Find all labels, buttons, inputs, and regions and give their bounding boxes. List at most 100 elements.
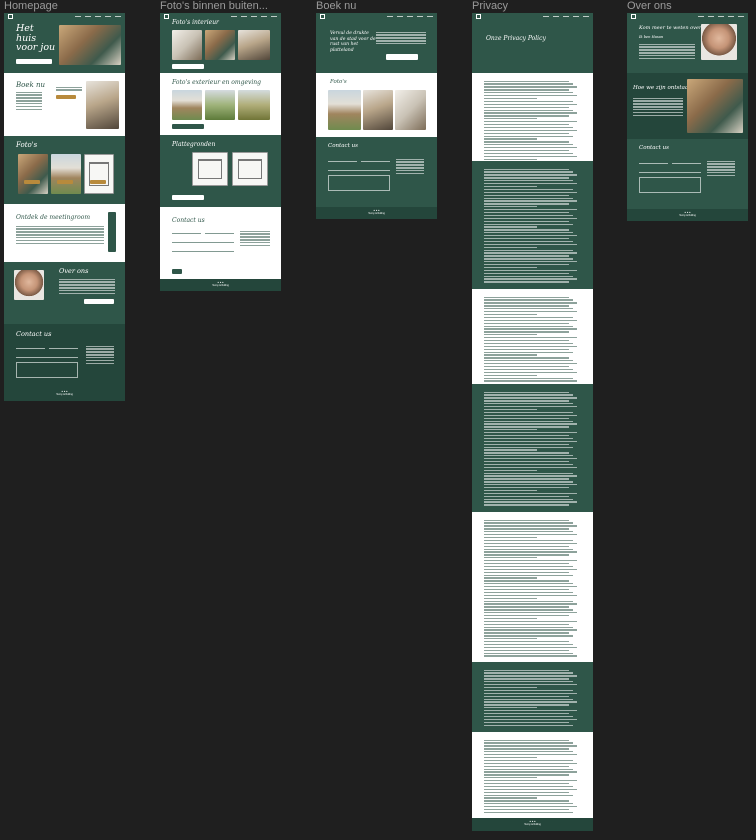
text-line <box>484 129 578 132</box>
subject-field[interactable] <box>639 168 701 173</box>
text-line <box>484 623 570 625</box>
email-field[interactable] <box>361 157 390 162</box>
frame-about[interactable]: Kom meer te weten over ons Ik ben Hasan … <box>627 13 748 221</box>
photo-thumb-1[interactable] <box>18 154 48 194</box>
photo-button-2[interactable] <box>57 180 73 184</box>
email-field[interactable] <box>49 344 78 349</box>
message-field[interactable] <box>16 362 78 378</box>
photo-thumb-2[interactable] <box>51 154 81 194</box>
floorplan-1[interactable] <box>192 152 228 186</box>
footer: ● ● ● Tenny & Rolling <box>160 279 281 291</box>
meeting-section: Ontdek de meetingroom <box>4 204 125 262</box>
text-line <box>484 692 578 695</box>
frame-book[interactable]: Vervul de drukte van de stad voor de rus… <box>316 13 437 219</box>
text-line <box>484 226 538 228</box>
text-line <box>484 542 578 545</box>
about-button[interactable] <box>84 299 114 304</box>
book-photo <box>86 81 119 129</box>
text-line <box>484 337 578 339</box>
book-photo-1[interactable] <box>328 90 361 130</box>
footer-brand: Tenny & Rolling <box>368 212 385 215</box>
text-line <box>484 551 578 553</box>
logo-icon[interactable] <box>8 14 13 19</box>
message-field[interactable] <box>639 177 701 193</box>
nav-links[interactable] <box>231 15 277 18</box>
floorplan-2[interactable] <box>232 152 268 186</box>
photo-thumb-3[interactable] <box>84 154 114 194</box>
book-hero-button[interactable] <box>386 54 418 60</box>
nav-links[interactable] <box>698 15 744 18</box>
exterior-button[interactable] <box>172 124 204 129</box>
text-line <box>484 739 570 741</box>
text-line <box>484 263 570 266</box>
text-line <box>484 756 538 759</box>
text-line <box>484 525 578 527</box>
logo-icon[interactable] <box>164 14 169 19</box>
about-hero-section: Kom meer te weten over ons Ik ben Hasan <box>627 13 748 73</box>
book-section: Boek nu <box>4 73 125 136</box>
book-photo-3[interactable] <box>395 90 426 130</box>
text-line <box>484 449 538 451</box>
exterior-photo-3[interactable] <box>238 90 270 120</box>
text-line <box>484 183 578 185</box>
email-field[interactable] <box>672 159 701 164</box>
subject-field[interactable] <box>172 238 234 243</box>
text-line <box>484 751 574 753</box>
name-field[interactable] <box>172 229 201 234</box>
frame-privacy[interactable]: Onze Privacy Policy ● ● ● Tenny & Rollin… <box>472 13 593 831</box>
logo-icon[interactable] <box>476 14 481 19</box>
frame-homepage[interactable]: Het huis voor jou Boek nu Foto's Ontdek … <box>4 13 125 401</box>
book-photo-2[interactable] <box>363 90 393 130</box>
photo-button-3[interactable] <box>90 180 106 184</box>
footer: ● ● ● Tenny & Rolling <box>4 388 125 401</box>
plans-button[interactable] <box>172 195 204 200</box>
hero-cta-button[interactable] <box>16 59 52 64</box>
frame-label-privacy[interactable]: Privacy <box>472 0 508 12</box>
photo-button-1[interactable] <box>24 180 40 184</box>
text-line <box>484 554 570 556</box>
text-line <box>484 534 578 536</box>
interior-photo-3[interactable] <box>238 30 270 60</box>
name-field[interactable] <box>328 157 357 162</box>
logo-icon[interactable] <box>631 14 636 19</box>
text-line <box>484 759 574 762</box>
text-line <box>484 243 578 246</box>
nav-links[interactable] <box>543 15 589 18</box>
interior-photo-1[interactable] <box>172 30 202 60</box>
message-field[interactable] <box>328 175 390 191</box>
email-field[interactable] <box>205 229 234 234</box>
frame-photos[interactable]: Foto's interieur Foto's exterieur en omg… <box>160 13 281 291</box>
text-line <box>484 138 538 140</box>
interior-photo-2[interactable] <box>205 30 235 60</box>
exterior-section: Foto's exterieur en omgeving <box>160 73 281 135</box>
text-line <box>484 478 570 480</box>
frame-label-about[interactable]: Over ons <box>627 0 672 12</box>
contact-form <box>639 159 701 193</box>
text-line <box>484 237 570 240</box>
privacy-block-2 <box>472 161 593 289</box>
frame-label-book[interactable]: Boek nu <box>316 0 356 12</box>
nav-links[interactable] <box>75 15 121 18</box>
nav-links[interactable] <box>387 15 433 18</box>
logo-icon[interactable] <box>320 14 325 19</box>
interior-button[interactable] <box>172 64 204 69</box>
subject-field[interactable] <box>16 353 78 358</box>
text-line <box>484 400 570 402</box>
exterior-photo-2[interactable] <box>205 90 235 120</box>
text-line <box>484 432 578 434</box>
message-field[interactable] <box>172 247 234 252</box>
subject-field[interactable] <box>328 166 390 171</box>
text-line <box>484 646 578 649</box>
submit-button[interactable] <box>172 269 182 274</box>
name-field[interactable] <box>16 344 45 349</box>
text-line <box>484 649 570 651</box>
frame-label-photos[interactable]: Foto's binnen buiten... <box>160 0 268 12</box>
text-line <box>484 684 578 686</box>
name-field[interactable] <box>639 159 668 164</box>
text-line <box>484 141 570 143</box>
exterior-photo-1[interactable] <box>172 90 202 120</box>
book-title: Boek nu <box>16 81 45 89</box>
frame-label-homepage[interactable]: Homepage <box>4 0 58 12</box>
book-button[interactable] <box>56 95 76 99</box>
text-line <box>484 571 570 573</box>
